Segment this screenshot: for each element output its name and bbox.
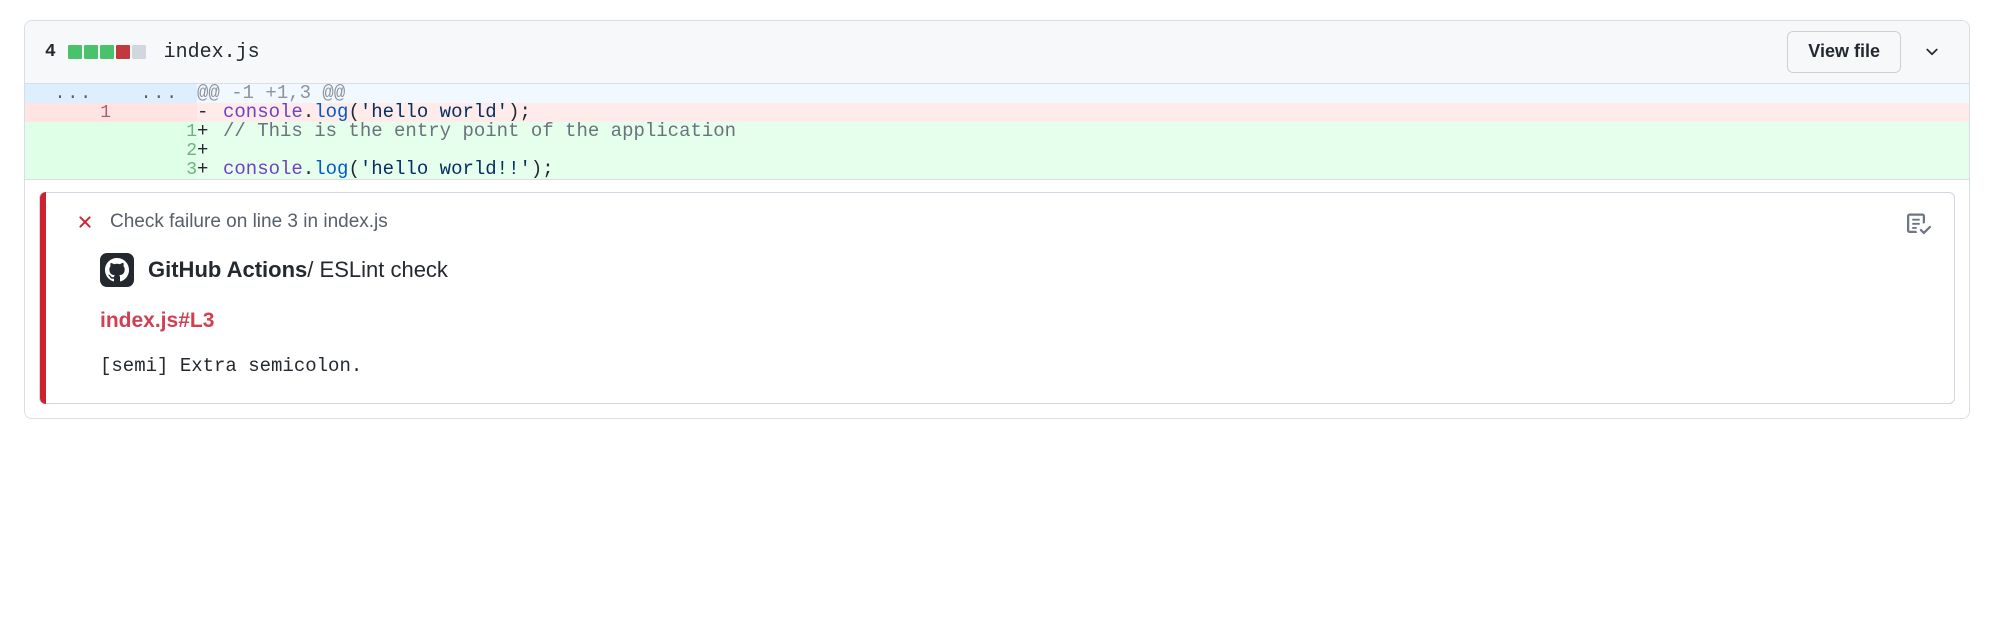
diffstat-block-0 — [67, 45, 82, 59]
line-number-old[interactable]: ... — [25, 84, 111, 103]
line-number-old[interactable] — [25, 122, 111, 141]
code-token-0: // This is the entry point of the applic… — [223, 120, 737, 142]
change-count: 4 — [45, 42, 56, 62]
check-app-name: GitHub Actions/ ESLint check — [148, 257, 448, 283]
check-name: / ESLint check — [307, 257, 448, 282]
code-line[interactable]: +// This is the entry point of the appli… — [197, 122, 1969, 141]
chevron-down-icon[interactable] — [1917, 37, 1947, 67]
line-number-new[interactable]: ... — [111, 84, 197, 103]
diffstat-block-4 — [131, 45, 146, 59]
diff-row-added: 3 + console.log('hello world!!'); — [25, 160, 1969, 179]
code-token-0: console — [223, 158, 303, 180]
code-line[interactable]: + console.log('hello world!!'); — [197, 160, 1969, 179]
diff-page: 4 index.js View file ...... @@ -1 +1,3 @@… — [0, 0, 1994, 632]
diffstat-bar — [67, 45, 146, 59]
file-name: index.js — [163, 40, 260, 64]
code-token-2: log — [314, 158, 349, 180]
check-annotation: Check failure on line 3 in index.js GitH… — [39, 192, 1955, 404]
diffstat-block-3 — [115, 45, 130, 59]
annotation-wrapper: Check failure on line 3 in index.js GitH… — [25, 179, 1969, 418]
diff-row-added: 1 +// This is the entry point of the appl… — [25, 122, 1969, 141]
line-number-old[interactable] — [25, 141, 111, 160]
annotation-file-link[interactable]: index.js#L3 — [100, 309, 214, 333]
diffstat-block-2 — [99, 45, 114, 59]
annotation-link-row: index.js#L3 — [74, 287, 1934, 333]
line-number-new[interactable]: 2 — [111, 141, 197, 160]
diffstat-block-1 — [83, 45, 98, 59]
line-number-new[interactable]: 3 — [111, 160, 197, 179]
file-header: 4 index.js View file — [25, 21, 1969, 84]
line-number-old[interactable] — [25, 160, 111, 179]
code-token-5: ); — [530, 158, 554, 180]
annotation-title: Check failure on line 3 in index.js — [110, 211, 388, 232]
diff-marker: + — [197, 158, 209, 180]
code-token-3: ( — [348, 158, 360, 180]
annotation-header: Check failure on line 3 in index.js — [74, 211, 1934, 233]
file-diff-card: 4 index.js View file ...... @@ -1 +1,3 @@… — [24, 20, 1970, 419]
line-number-new[interactable] — [111, 103, 197, 122]
github-mark-icon — [100, 253, 134, 287]
diff-table: ...... @@ -1 +1,3 @@ 1- console.log('hello … — [25, 84, 1969, 179]
line-number-new[interactable]: 1 — [111, 122, 197, 141]
view-file-button[interactable]: View file — [1787, 31, 1901, 73]
x-failure-icon — [74, 211, 96, 233]
line-number-old[interactable]: 1 — [25, 103, 111, 122]
checklist-report-icon[interactable] — [1906, 211, 1932, 237]
check-app-row: GitHub Actions/ ESLint check — [100, 253, 1934, 287]
code-token-4: 'hello world!!' — [359, 158, 531, 180]
app-title: GitHub Actions — [148, 257, 308, 282]
code-token-1: . — [302, 158, 315, 180]
annotation-message: [semi] Extra semicolon. — [100, 355, 363, 377]
